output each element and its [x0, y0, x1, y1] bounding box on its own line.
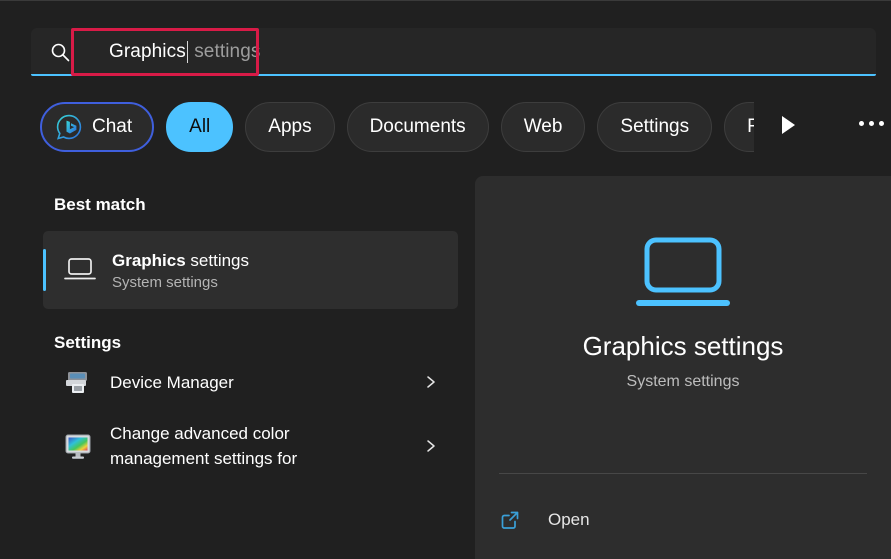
preview-subtitle: System settings	[626, 373, 740, 390]
filter-pill-documents[interactable]: Documents	[346, 102, 489, 152]
chevron-right-icon	[427, 376, 435, 388]
color-monitor-icon	[65, 434, 91, 459]
play-triangle-icon[interactable]	[782, 116, 795, 134]
filter-pill-bar: Chat All Apps Documents Web Settings Fol…	[40, 101, 834, 153]
best-match-text: Graphics settings System settings	[112, 250, 249, 291]
list-item-device-manager-label: Device Manager	[110, 372, 234, 392]
search-icon	[51, 43, 70, 62]
best-match-heading: Best match	[54, 195, 146, 214]
device-manager-icon	[66, 372, 87, 393]
pill-overflow-controls	[754, 99, 891, 155]
filter-pill-apps-label: Apps	[268, 116, 312, 137]
selection-indicator	[43, 249, 46, 291]
search-focus-underline	[31, 74, 876, 76]
list-item-color-management[interactable]: Change advanced color management setting…	[43, 411, 458, 481]
text-caret	[186, 41, 188, 63]
search-typed-text: Graphics	[109, 41, 186, 62]
settings-heading: Settings	[54, 333, 122, 352]
results-column: Best match Graphics settings System sett…	[0, 171, 475, 559]
external-link-icon	[501, 511, 519, 529]
preview-title: Graphics settings	[582, 331, 784, 361]
open-button-label: Open	[548, 510, 590, 529]
filter-pill-settings-label: Settings	[620, 116, 690, 137]
chevron-right-icon	[427, 440, 435, 452]
bing-copilot-icon	[56, 114, 82, 140]
best-match-result[interactable]: Graphics settings System settings	[43, 231, 458, 309]
search-suggestion-text: settings	[188, 41, 261, 62]
preview-divider	[499, 473, 867, 474]
filter-pill-chat[interactable]: Chat	[40, 102, 155, 152]
filter-pill-all-label: All	[189, 116, 211, 137]
list-item-color-management-label: Change advanced color management setting…	[110, 424, 298, 468]
windows-search-panel: Graphics settings Chat All Apps Document…	[0, 0, 891, 559]
best-match-subtitle: System settings	[112, 273, 218, 291]
filter-pill-chat-label: Chat	[92, 116, 133, 137]
best-match-title-rest: settings	[185, 250, 250, 270]
laptop-icon	[64, 258, 96, 280]
best-match-title: Graphics settings	[112, 250, 249, 272]
laptop-icon	[636, 237, 730, 306]
filter-pill-settings[interactable]: Settings	[597, 102, 713, 152]
filter-pill-documents-label: Documents	[369, 116, 466, 137]
ellipsis-icon[interactable]	[859, 121, 884, 126]
filter-pill-web[interactable]: Web	[500, 102, 586, 152]
filter-pill-web-label: Web	[523, 116, 563, 137]
search-input[interactable]: Graphics settings	[109, 28, 261, 76]
best-match-title-bold: Graphics	[112, 250, 186, 270]
search-box[interactable]: Graphics settings	[31, 28, 876, 76]
preview-panel: Graphics settings System settings Open	[475, 176, 891, 559]
filter-pill-apps[interactable]: Apps	[245, 102, 335, 152]
filter-pill-all[interactable]: All	[166, 102, 234, 152]
open-button[interactable]: Open	[499, 498, 867, 542]
list-item-device-manager[interactable]: Device Manager	[43, 353, 458, 411]
